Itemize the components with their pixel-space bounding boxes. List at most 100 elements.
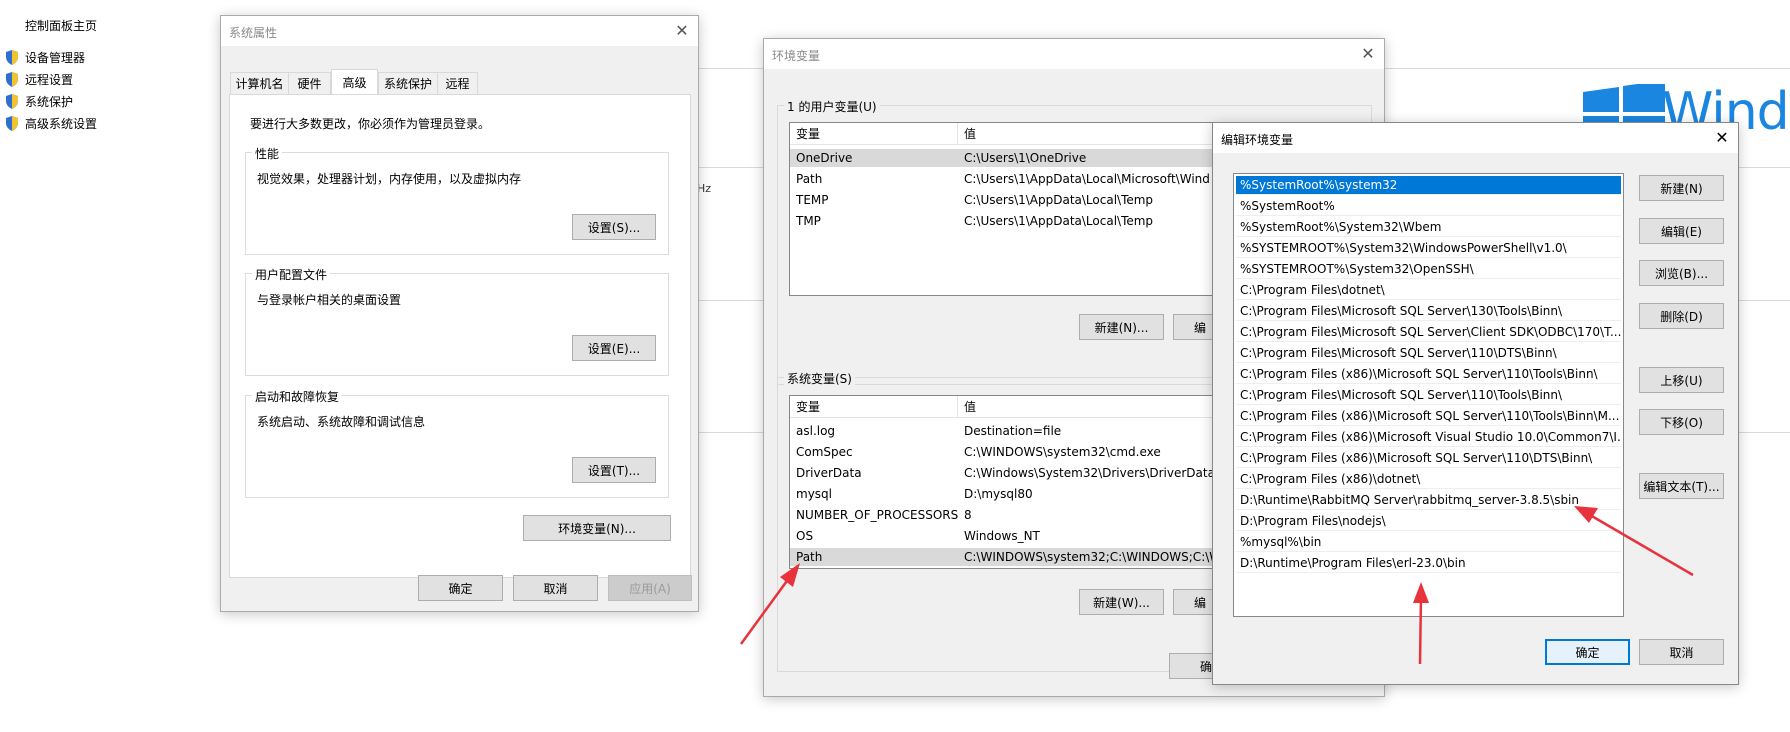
startup-recovery-group: 启动和故障恢复 系统启动、系统故障和调试信息 设置(T)... <box>245 388 669 498</box>
list-item[interactable]: C:\Program Files (x86)\Microsoft SQL Ser… <box>1236 449 1621 468</box>
environment-variables-button[interactable]: 环境变量(N)... <box>523 515 671 541</box>
system-variables-label: 系统变量(S) <box>784 370 855 387</box>
list-item[interactable]: C:\Program Files (x86)\Microsoft SQL Ser… <box>1236 407 1621 426</box>
user-profile-legend: 用户配置文件 <box>252 266 331 283</box>
column-variable[interactable]: 变量 <box>790 123 957 145</box>
list-item[interactable]: %SYSTEMROOT%\System32\OpenSSH\ <box>1236 260 1621 279</box>
list-item[interactable]: C:\Program Files\Microsoft SQL Server\13… <box>1236 302 1621 321</box>
dialog-title: 环境变量 <box>772 49 821 63</box>
list-item[interactable]: C:\Program Files (x86)\Microsoft SQL Ser… <box>1236 365 1621 384</box>
delete-button[interactable]: 删除(D) <box>1639 303 1724 329</box>
ok-button[interactable]: 确定 <box>418 575 503 601</box>
ok-button[interactable]: 确定 <box>1545 639 1630 665</box>
performance-group: 性能 视觉效果，处理器计划，内存使用，以及虚拟内存 设置(S)... <box>245 145 669 255</box>
new-button[interactable]: 新建(N) <box>1639 175 1724 201</box>
title-bar[interactable]: 编辑环境变量 ✕ <box>1213 123 1738 153</box>
var-name: OS <box>796 529 814 543</box>
var-name: ComSpec <box>796 445 853 459</box>
control-panel-home-link[interactable]: 控制面板主页 <box>25 17 97 34</box>
column-variable[interactable]: 变量 <box>790 396 957 418</box>
var-value: Windows_NT <box>964 529 1040 543</box>
close-button[interactable]: ✕ <box>1710 126 1734 148</box>
remote-settings-link[interactable]: 远程设置 <box>5 68 97 90</box>
cancel-button[interactable]: 取消 <box>513 575 598 601</box>
admin-note: 要进行大多数更改，你必须作为管理员登录。 <box>250 117 491 131</box>
control-panel-links: 设备管理器 远程设置 系统保护 高级系统设置 <box>5 46 97 134</box>
tab-remote[interactable]: 远程 <box>437 72 478 94</box>
tab-advanced[interactable]: 高级 <box>331 69 378 95</box>
var-name: TEMP <box>796 193 829 207</box>
list-item[interactable]: C:\Program Files (x86)\dotnet\ <box>1236 470 1621 489</box>
startup-recovery-settings-button[interactable]: 设置(T)... <box>572 457 656 483</box>
list-item[interactable]: D:\Runtime\Program Files\erl-23.0\bin <box>1236 554 1621 573</box>
startup-recovery-legend: 启动和故障恢复 <box>252 388 343 405</box>
list-item[interactable]: %SystemRoot%\System32\Wbem <box>1236 218 1621 237</box>
advanced-system-settings-label: 高级系统设置 <box>25 116 98 131</box>
device-manager-label: 设备管理器 <box>25 50 86 65</box>
var-value: 8 <box>964 508 972 522</box>
close-button[interactable]: ✕ <box>670 19 694 41</box>
list-item[interactable]: D:\Program Files\nodejs\ <box>1236 512 1621 531</box>
var-value: C:\Users\1\OneDrive <box>964 151 1087 165</box>
list-item[interactable]: C:\Program Files (x86)\Microsoft Visual … <box>1236 428 1621 447</box>
user-profile-settings-button[interactable]: 设置(E)... <box>572 335 656 361</box>
bg-text-fragment: Hz <box>697 182 712 195</box>
user-profile-desc: 与登录帐户相关的桌面设置 <box>257 293 402 307</box>
startup-recovery-desc: 系统启动、系统故障和调试信息 <box>257 415 426 429</box>
list-item[interactable]: C:\Program Files\Microsoft SQL Server\11… <box>1236 344 1621 363</box>
user-variables-label: 1 的用户变量(U) <box>784 98 880 115</box>
device-manager-link[interactable]: 设备管理器 <box>5 46 97 68</box>
var-name: TMP <box>796 214 821 228</box>
list-item[interactable]: C:\Program Files\Microsoft SQL Server\Cl… <box>1236 323 1621 342</box>
var-value: Destination=file <box>964 424 1062 438</box>
var-value: D:\mysql80 <box>964 487 1033 501</box>
move-down-button[interactable]: 下移(O) <box>1639 409 1724 435</box>
list-item[interactable]: C:\Program Files\dotnet\ <box>1236 281 1621 300</box>
dialog-title: 编辑环境变量 <box>1221 133 1294 147</box>
system-protection-link[interactable]: 系统保护 <box>5 90 97 112</box>
performance-settings-button[interactable]: 设置(S)... <box>572 214 656 240</box>
system-protection-label: 系统保护 <box>25 94 74 109</box>
user-new-button[interactable]: 新建(N)... <box>1079 314 1164 340</box>
var-value: C:\WINDOWS\system32\cmd.exe <box>964 445 1161 459</box>
title-bar[interactable]: 环境变量 ✕ <box>764 39 1384 69</box>
system-properties-dialog: 系统属性 ✕ 计算机名 硬件 高级 系统保护 远程 要进行大多数更改，你必须作为… <box>220 15 699 612</box>
shield-icon <box>6 93 18 109</box>
path-entries-list[interactable]: %SystemRoot%\system32 %SystemRoot% %Syst… <box>1233 173 1624 617</box>
browse-button[interactable]: 浏览(B)... <box>1639 260 1724 286</box>
list-item[interactable]: C:\Program Files\Microsoft SQL Server\11… <box>1236 386 1621 405</box>
tab-panel-advanced: 要进行大多数更改，你必须作为管理员登录。 性能 视觉效果，处理器计划，内存使用，… <box>229 94 691 578</box>
close-button[interactable]: ✕ <box>1356 42 1380 64</box>
shield-icon <box>6 71 18 87</box>
list-item[interactable]: %SystemRoot%\system32 <box>1236 176 1621 195</box>
advanced-system-settings-link[interactable]: 高级系统设置 <box>5 112 97 134</box>
var-value: C:\WINDOWS\system32;C:\WINDOWS;C:\W <box>964 550 1222 564</box>
edit-text-button[interactable]: 编辑文本(T)... <box>1639 473 1724 499</box>
var-value: C:\Windows\System32\Drivers\DriverData <box>964 466 1215 480</box>
var-name: DriverData <box>796 466 862 480</box>
system-new-button[interactable]: 新建(W)... <box>1079 589 1164 615</box>
edit-button[interactable]: 编辑(E) <box>1639 218 1724 244</box>
var-name: NUMBER_OF_PROCESSORS <box>796 508 959 522</box>
tab-system-protection[interactable]: 系统保护 <box>378 72 438 94</box>
list-item[interactable]: %SYSTEMROOT%\System32\WindowsPowerShell\… <box>1236 239 1621 258</box>
var-value: C:\Users\1\AppData\Local\Temp <box>964 214 1154 228</box>
list-item[interactable]: %mysql%\bin <box>1236 533 1621 552</box>
apply-button[interactable]: 应用(A) <box>608 575 692 601</box>
shield-icon <box>6 115 18 131</box>
title-bar[interactable]: 系统属性 ✕ <box>221 16 698 46</box>
edit-environment-variable-dialog: 编辑环境变量 ✕ %SystemRoot%\system32 %SystemRo… <box>1212 122 1739 685</box>
var-name: Path <box>796 550 823 564</box>
var-name: mysql <box>796 487 832 501</box>
tab-hardware[interactable]: 硬件 <box>288 72 331 94</box>
performance-legend: 性能 <box>252 145 283 162</box>
remote-settings-label: 远程设置 <box>25 72 74 87</box>
performance-desc: 视觉效果，处理器计划，内存使用，以及虚拟内存 <box>257 172 522 186</box>
cancel-button[interactable]: 取消 <box>1639 639 1724 665</box>
tab-computer-name[interactable]: 计算机名 <box>230 72 289 94</box>
user-profile-group: 用户配置文件 与登录帐户相关的桌面设置 设置(E)... <box>245 266 669 376</box>
move-up-button[interactable]: 上移(U) <box>1639 367 1724 393</box>
var-value: C:\Users\1\AppData\Local\Microsoft\Wind <box>964 172 1210 186</box>
list-item[interactable]: D:\Runtime\RabbitMQ Server\rabbitmq_serv… <box>1236 491 1621 510</box>
list-item[interactable]: %SystemRoot% <box>1236 197 1621 216</box>
